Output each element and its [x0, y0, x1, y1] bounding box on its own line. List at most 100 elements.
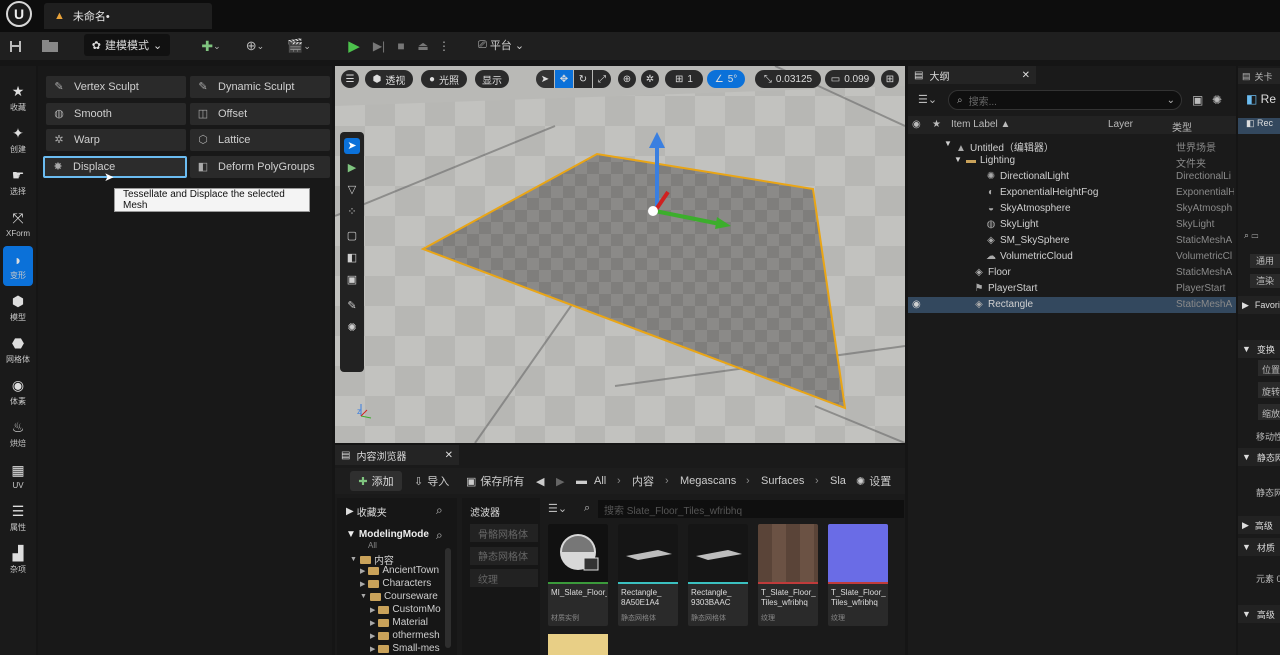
more-options-icon[interactable]: ⋮ — [438, 35, 450, 57]
tree-item[interactable]: ▶ Material — [370, 617, 428, 628]
tree-item[interactable]: ▶ Characters — [360, 578, 431, 589]
search-icon[interactable]: ⌕ — [436, 503, 443, 518]
select-mode-icon[interactable]: ➤ — [536, 70, 554, 88]
asset-tile[interactable]: T_Slate_Floor_ Tiles_wfribhq 纹理 — [828, 524, 888, 626]
breadcrumb-surfaces[interactable]: Surfaces — [761, 472, 804, 490]
camera-speed-button[interactable]: ▭ 0.099 — [825, 70, 875, 88]
tree-item[interactable]: ▶ CustomMo — [370, 604, 441, 615]
position-dropdown[interactable]: 位置 — [1258, 360, 1280, 376]
collapse-icon[interactable]: ▼ — [350, 556, 357, 563]
rotate-icon[interactable]: ↻ — [574, 70, 592, 88]
rendering-button[interactable]: 渲染 — [1250, 274, 1280, 288]
item-label-column[interactable]: Item Label ▲ — [951, 119, 1010, 130]
outliner-row[interactable]: ◒ SkyAtmosphere SkyAtmosph — [908, 201, 1236, 217]
import-button[interactable]: ⇩ 导入 — [414, 472, 449, 490]
advanced-section-2[interactable]: ▼ 高级 — [1238, 605, 1280, 623]
filter-icon[interactable]: ☰⌄ — [918, 93, 937, 106]
filter-icon[interactable]: ☰⌄ — [548, 502, 567, 515]
asset-search-input[interactable]: 搜索 Slate_Floor_Tiles_wfribhq — [598, 500, 904, 518]
surface-snap-icon[interactable]: ✲ — [641, 70, 659, 88]
mode-misc[interactable]: ▟ 杂项 — [0, 540, 36, 580]
rotation-dropdown[interactable]: 旋转 — [1258, 382, 1280, 398]
mode-select[interactable]: ☛ 选择 — [0, 162, 36, 202]
filter-chip[interactable]: 骨骼网格体 — [470, 524, 538, 542]
save-icon[interactable] — [6, 35, 24, 57]
world-space-icon[interactable]: ⊕ — [618, 70, 636, 88]
pin-icon[interactable]: ★ — [932, 119, 941, 130]
filter-chip[interactable]: 纹理 — [470, 569, 538, 587]
tree-scrollbar[interactable] — [445, 548, 451, 648]
content-icon[interactable] — [40, 35, 60, 57]
outliner-row[interactable]: ◐ ExponentialHeightFog ExponentialH — [908, 185, 1236, 201]
visibility-icon[interactable]: ◉ — [912, 299, 921, 310]
search-icon[interactable]: ⌕ — [436, 528, 443, 543]
select-tool-icon[interactable]: ➤ — [344, 138, 360, 154]
asset-thumbnail-partial[interactable] — [548, 634, 608, 655]
breadcrumb-content[interactable]: 内容 — [632, 472, 654, 490]
content-browser-tab[interactable]: ▤ 内容浏览器 ✕ — [335, 445, 459, 465]
scale-snap-button[interactable]: ⤡ 0.03125 — [755, 70, 821, 88]
close-icon[interactable]: ✕ — [445, 450, 453, 461]
collapse-icon[interactable]: ▼ — [954, 155, 962, 164]
asset-tile[interactable]: Rectangle_ 8A50E1A4 静态网格体 — [618, 524, 678, 626]
viewport-menu-icon[interactable]: ☰ — [341, 70, 359, 88]
vertex-sculpt-button[interactable]: ✎ Vertex Sculpt — [46, 76, 186, 98]
mode-xform[interactable]: ⤧ XForm — [0, 204, 36, 244]
outliner-settings-icon[interactable]: ✺ — [1212, 93, 1222, 107]
add-folder-icon[interactable]: ▣ — [1192, 93, 1203, 107]
chevron-down-icon[interactable]: ⌄ — [1167, 95, 1175, 106]
mode-star[interactable]: ★ 收藏 — [0, 78, 36, 118]
grid-snap-button[interactable]: ⊞ 1 — [665, 70, 703, 88]
vertex-select-icon[interactable]: ⁘ — [344, 204, 360, 220]
maximize-viewport-icon[interactable]: ⊞ — [881, 70, 899, 88]
settings-button[interactable]: ✺ 设置 — [856, 472, 891, 490]
tree-item[interactable]: ▶ AncientTown — [360, 565, 439, 576]
expand-icon[interactable]: ▶ — [370, 619, 375, 627]
mode-voxel[interactable]: ◉ 体素 — [0, 372, 36, 412]
tree-item[interactable]: ▼ Courseware — [360, 591, 438, 602]
document-tab[interactable]: ▲ 未命名• — [44, 3, 212, 29]
show-button[interactable]: 显示 — [475, 70, 509, 88]
stop-icon[interactable]: ■ — [392, 35, 410, 57]
level-viewport[interactable]: z ☰ ⬢ 透视 ● 光照 显示 ➤ ✥ ↻ ⤢ ⊕ ✲ ⊞ 1 ∠ 5° ⤡ 0.031… — [335, 66, 905, 443]
tree-item[interactable]: ▶ Small-mes — [370, 643, 440, 654]
outliner-row[interactable]: ◈ Floor StaticMeshA — [908, 265, 1236, 281]
forward-icon[interactable]: ▶ — [556, 472, 564, 490]
outliner-search-input[interactable]: ⌕ 搜索... ⌄ — [948, 90, 1182, 110]
mode-selector-button[interactable]: ✿ 建模模式 ⌄ — [84, 34, 170, 56]
group-select-icon[interactable]: ▣ — [344, 272, 360, 288]
mode-create[interactable]: ✦ 创建 — [0, 120, 36, 160]
asset-tile[interactable]: MI_Slate_Floor_Tiles_... 材质实例 — [548, 524, 608, 626]
platform-button[interactable]: ⎚ 平台 ⌄ — [478, 34, 538, 56]
displace-button[interactable]: ✸ Displace — [43, 155, 187, 178]
outliner-row[interactable]: ▼ ▬ Lighting 文件夹 — [908, 153, 1236, 170]
type-column[interactable]: 类型 — [1172, 119, 1192, 134]
scale-icon[interactable]: ⤢ — [593, 70, 611, 88]
translate-icon[interactable]: ✥ — [555, 70, 573, 88]
perspective-button[interactable]: ⬢ 透视 — [365, 70, 413, 88]
visibility-icon[interactable]: ◉ — [912, 119, 921, 130]
angle-snap-button[interactable]: ∠ 5° — [707, 70, 745, 88]
outliner-row[interactable]: ⚑ PlayerStart PlayerStart — [908, 281, 1236, 297]
collapse-icon[interactable]: ▼ — [944, 139, 952, 148]
close-icon[interactable]: ✕ — [1022, 70, 1030, 81]
step-icon[interactable]: ▶| — [370, 35, 388, 57]
outliner-tab[interactable]: ▤ 大纲 ✕ — [908, 66, 1036, 84]
add-actor-icon[interactable]: ✚ ⌄ — [196, 35, 226, 57]
play-icon[interactable]: ▶ — [344, 35, 364, 57]
root-row[interactable]: ▼ ModelingMode — [346, 529, 429, 540]
deform-polygroups-button[interactable]: ◧ Deform PolyGroups — [190, 155, 330, 178]
blueprint-icon[interactable]: ⊕ ⌄ — [240, 35, 270, 57]
outliner-row[interactable]: ◉ ◈ Rectangle StaticMeshA — [908, 297, 1236, 313]
expand-icon[interactable]: ▶ — [370, 606, 375, 614]
tree-item-all[interactable]: All — [368, 542, 377, 548]
unreal-logo-icon[interactable]: U — [6, 1, 32, 27]
smooth-button[interactable]: ◍ Smooth — [46, 102, 186, 125]
triangle-select-icon[interactable]: ▽ — [344, 182, 360, 198]
dynamic-sculpt-button[interactable]: ✎ Dynamic Sculpt — [190, 76, 330, 98]
outliner-row[interactable]: ◍ SkyLight SkyLight — [908, 217, 1236, 233]
general-button[interactable]: 通用 — [1250, 254, 1280, 268]
outliner-row[interactable]: ◈ SM_SkySphere StaticMeshA — [908, 233, 1236, 249]
collapse-icon[interactable]: ▼ — [360, 593, 367, 600]
expand-icon[interactable]: ▶ — [370, 645, 375, 653]
